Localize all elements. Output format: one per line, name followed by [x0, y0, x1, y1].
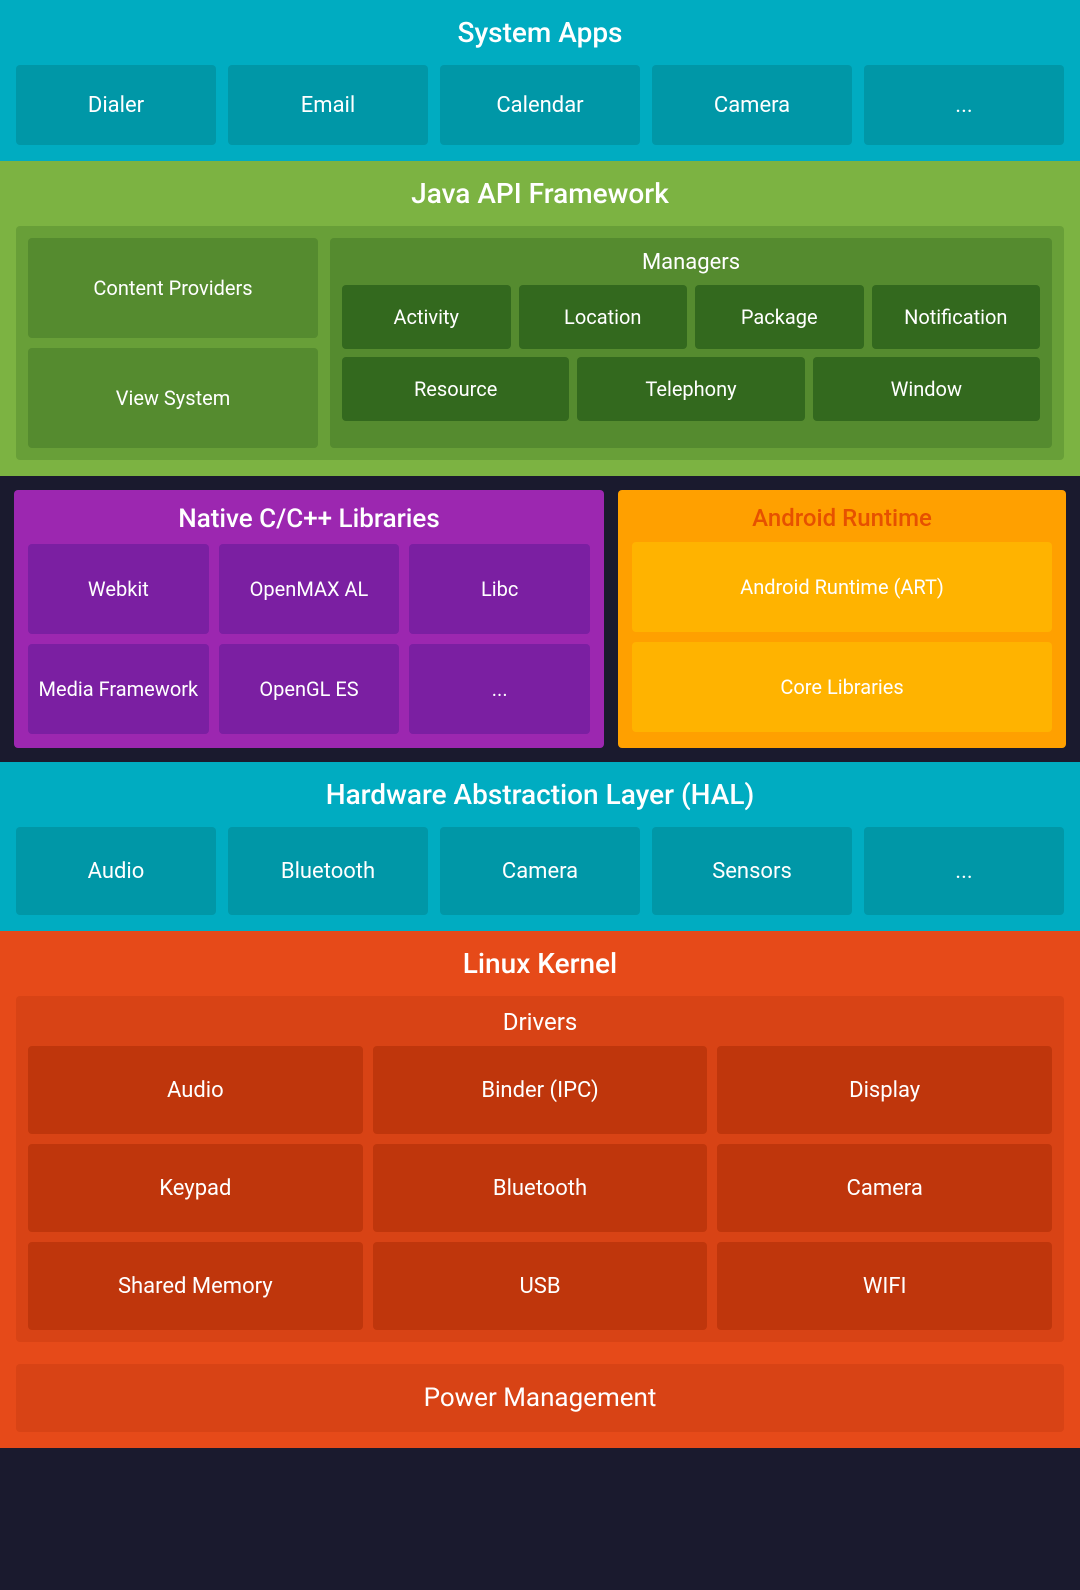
notification-manager: Notification: [872, 285, 1041, 349]
camera-card: Camera: [652, 65, 852, 145]
managers-row-1: Activity Location Package Notification: [342, 285, 1040, 349]
native-libs-box: Native C/C++ Libraries Webkit OpenMAX AL…: [14, 490, 604, 748]
art-card: Android Runtime (ART): [632, 542, 1052, 632]
native-libs-row-2: Media Framework OpenGL ES ...: [28, 644, 590, 734]
usb-driver: USB: [373, 1242, 708, 1330]
audio-driver: Audio: [28, 1046, 363, 1134]
hal-bluetooth-card: Bluetooth: [228, 827, 428, 915]
hal-sensors-card: Sensors: [652, 827, 852, 915]
power-management-bar: Power Management: [16, 1364, 1064, 1432]
hal-audio-card: Audio: [16, 827, 216, 915]
activity-manager: Activity: [342, 285, 511, 349]
wifi-driver: WIFI: [717, 1242, 1052, 1330]
libc-card: Libc: [409, 544, 590, 634]
java-api-left: Content Providers View System: [28, 238, 318, 448]
display-driver: Display: [717, 1046, 1052, 1134]
drivers-row-2: Keypad Bluetooth Camera: [28, 1144, 1052, 1232]
android-runtime-title: Android Runtime: [632, 504, 1052, 532]
core-libraries-card: Core Libraries: [632, 642, 1052, 732]
hal-cards: Audio Bluetooth Camera Sensors ...: [16, 827, 1064, 915]
opengl-card: OpenGL ES: [219, 644, 400, 734]
system-apps-layer: System Apps Dialer Email Calendar Camera…: [0, 0, 1080, 161]
email-card: Email: [228, 65, 428, 145]
drivers-box: Drivers Audio Binder (IPC) Display Keypa…: [16, 996, 1064, 1342]
linux-kernel-title: Linux Kernel: [16, 947, 1064, 980]
view-system-card: View System: [28, 348, 318, 448]
dialer-card: Dialer: [16, 65, 216, 145]
android-runtime-box: Android Runtime Android Runtime (ART) Co…: [618, 490, 1066, 748]
calendar-card: Calendar: [440, 65, 640, 145]
openmax-card: OpenMAX AL: [219, 544, 400, 634]
java-api-inner: Content Providers View System Managers A…: [16, 226, 1064, 460]
managers-row-2: Resource Telephony Window: [342, 357, 1040, 421]
native-more-card: ...: [409, 644, 590, 734]
drivers-grid: Audio Binder (IPC) Display Keypad Blueto…: [28, 1046, 1052, 1330]
package-manager: Package: [695, 285, 864, 349]
location-manager: Location: [519, 285, 688, 349]
drivers-row-1: Audio Binder (IPC) Display: [28, 1046, 1052, 1134]
hal-camera-card: Camera: [440, 827, 640, 915]
native-libs-grid: Webkit OpenMAX AL Libc Media Framework O…: [28, 544, 590, 734]
hal-layer: Hardware Abstraction Layer (HAL) Audio B…: [0, 762, 1080, 931]
resource-manager: Resource: [342, 357, 569, 421]
java-api-layer: Java API Framework Content Providers Vie…: [0, 161, 1080, 476]
window-manager: Window: [813, 357, 1040, 421]
native-runtime-section: Native C/C++ Libraries Webkit OpenMAX AL…: [0, 476, 1080, 762]
keypad-driver: Keypad: [28, 1144, 363, 1232]
camera-driver: Camera: [717, 1144, 1052, 1232]
drivers-title: Drivers: [28, 1008, 1052, 1036]
java-api-content: Content Providers View System Managers A…: [28, 238, 1052, 448]
binder-driver: Binder (IPC): [373, 1046, 708, 1134]
linux-kernel-layer: Linux Kernel Drivers Audio Binder (IPC) …: [0, 931, 1080, 1448]
shared-memory-driver: Shared Memory: [28, 1242, 363, 1330]
system-apps-title: System Apps: [16, 16, 1064, 49]
managers-box: Managers Activity Location Package Notif…: [330, 238, 1052, 448]
more-card: ...: [864, 65, 1064, 145]
drivers-row-3: Shared Memory USB WIFI: [28, 1242, 1052, 1330]
hal-more-card: ...: [864, 827, 1064, 915]
managers-grid: Activity Location Package Notification R…: [342, 285, 1040, 421]
bluetooth-driver: Bluetooth: [373, 1144, 708, 1232]
content-providers-card: Content Providers: [28, 238, 318, 338]
webkit-card: Webkit: [28, 544, 209, 634]
native-libs-title: Native C/C++ Libraries: [28, 504, 590, 534]
hal-title: Hardware Abstraction Layer (HAL): [16, 778, 1064, 811]
java-api-title: Java API Framework: [16, 177, 1064, 210]
media-framework-card: Media Framework: [28, 644, 209, 734]
telephony-manager: Telephony: [577, 357, 804, 421]
system-apps-cards: Dialer Email Calendar Camera ...: [16, 65, 1064, 145]
native-libs-row-1: Webkit OpenMAX AL Libc: [28, 544, 590, 634]
managers-title: Managers: [342, 250, 1040, 275]
